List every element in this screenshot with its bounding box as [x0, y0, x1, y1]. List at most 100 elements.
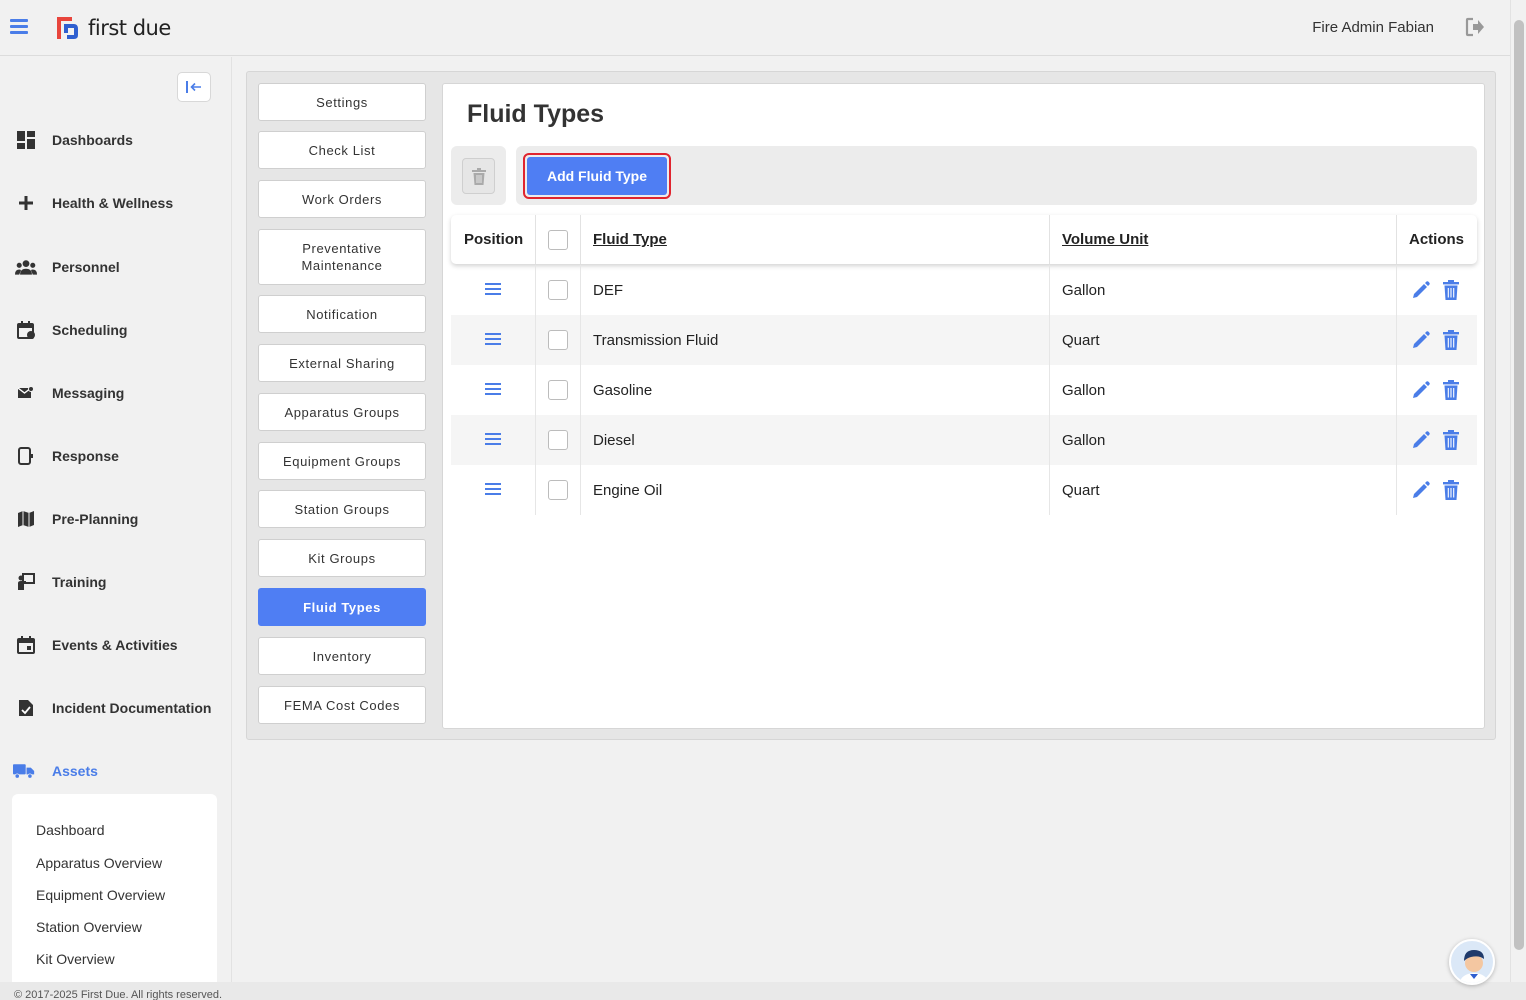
fluid-types-panel: Fluid Types Add Fluid Type Position Flui… — [442, 83, 1485, 729]
position-cell — [451, 365, 536, 415]
menu-work-orders[interactable]: Work Orders — [258, 180, 426, 218]
menu-notification[interactable]: Notification — [258, 295, 426, 333]
position-cell — [451, 265, 536, 315]
fluid-type-cell: Diesel — [581, 415, 1050, 465]
actions-cell — [1397, 415, 1477, 465]
volume-unit-cell: Gallon — [1050, 415, 1397, 465]
bulk-delete-button[interactable] — [462, 158, 495, 194]
table-row: DEF Gallon — [451, 265, 1477, 315]
page-scrollbar[interactable] — [1510, 0, 1526, 982]
edit-icon[interactable] — [1411, 380, 1431, 400]
edit-icon[interactable] — [1411, 280, 1431, 300]
menu-external-sharing[interactable]: External Sharing — [258, 344, 426, 382]
assets-subnav: Dashboard Apparatus Overview Equipment O… — [12, 794, 217, 994]
drag-handle-icon[interactable] — [485, 333, 501, 347]
actions-cell — [1397, 265, 1477, 315]
menu-inventory[interactable]: Inventory — [258, 637, 426, 675]
menu-kit-groups[interactable]: Kit Groups — [258, 539, 426, 577]
calendar-icon — [15, 319, 37, 341]
row-checkbox[interactable] — [548, 480, 568, 500]
delete-icon[interactable] — [1441, 380, 1461, 400]
edit-icon[interactable] — [1411, 480, 1431, 500]
truck-icon — [13, 760, 35, 782]
drag-handle-icon[interactable] — [485, 383, 501, 397]
menu-fema-cost-codes[interactable]: FEMA Cost Codes — [258, 686, 426, 724]
select-cell — [536, 315, 581, 365]
row-checkbox[interactable] — [548, 280, 568, 300]
collapse-left-icon — [186, 81, 201, 93]
nav-response[interactable]: Response — [0, 436, 230, 476]
nav-scheduling[interactable]: Scheduling — [0, 310, 230, 350]
volume-unit-cell: Gallon — [1050, 365, 1397, 415]
nav-dashboards[interactable]: Dashboards — [0, 120, 230, 160]
support-avatar[interactable] — [1449, 939, 1495, 985]
trash-icon — [471, 167, 486, 185]
nav-label: Scheduling — [52, 322, 128, 338]
collapse-sidebar-button[interactable] — [177, 72, 211, 102]
position-cell — [451, 465, 536, 515]
menu-settings[interactable]: Settings — [258, 83, 426, 121]
map-icon — [15, 508, 37, 530]
nav-assets[interactable]: Assets — [0, 751, 230, 791]
hamburger-menu-icon[interactable] — [10, 19, 28, 35]
nav-pre-planning[interactable]: Pre-Planning — [0, 499, 230, 539]
people-icon — [15, 256, 37, 278]
menu-preventative-maintenance[interactable]: Preventative Maintenance — [258, 229, 426, 285]
subnav-item-apparatus-overview[interactable]: Apparatus Overview — [36, 855, 162, 871]
select-all-checkbox[interactable] — [548, 229, 568, 250]
nav-health-wellness[interactable]: Health & Wellness — [0, 183, 230, 223]
actions-cell — [1397, 465, 1477, 515]
nav-label: Response — [52, 448, 119, 464]
delete-icon[interactable] — [1441, 430, 1461, 450]
nav-incident-documentation[interactable]: Incident Documentation — [0, 688, 230, 728]
nav-events-activities[interactable]: Events & Activities — [0, 625, 230, 665]
menu-station-groups[interactable]: Station Groups — [258, 490, 426, 528]
logout-icon[interactable] — [1464, 16, 1486, 38]
delete-icon[interactable] — [1441, 280, 1461, 300]
menu-apparatus-groups[interactable]: Apparatus Groups — [258, 393, 426, 431]
document-icon — [15, 697, 37, 719]
column-header-volume-unit[interactable]: Volume Unit — [1050, 215, 1397, 264]
row-checkbox[interactable] — [548, 330, 568, 350]
menu-fluid-types[interactable]: Fluid Types — [258, 588, 426, 626]
row-checkbox[interactable] — [548, 430, 568, 450]
menu-check-list[interactable]: Check List — [258, 131, 426, 169]
position-cell — [451, 415, 536, 465]
edit-icon[interactable] — [1411, 330, 1431, 350]
drag-handle-icon[interactable] — [485, 483, 501, 497]
user-name[interactable]: Fire Admin Fabian — [1312, 19, 1434, 36]
subnav-item-kit-overview[interactable]: Kit Overview — [36, 951, 115, 967]
table-row: Transmission Fluid Quart — [451, 315, 1477, 365]
table-row: Engine Oil Quart — [451, 465, 1477, 515]
subnav-item-equipment-overview[interactable]: Equipment Overview — [36, 887, 165, 903]
nav-label: Incident Documentation — [52, 700, 212, 716]
edit-icon[interactable] — [1411, 430, 1431, 450]
dashboard-icon — [15, 129, 37, 151]
bulk-delete-area — [451, 146, 506, 205]
nav-messaging[interactable]: Messaging — [0, 373, 230, 413]
nav-label: Events & Activities — [52, 637, 178, 653]
delete-icon[interactable] — [1441, 330, 1461, 350]
column-header-fluid-type[interactable]: Fluid Type — [581, 215, 1050, 264]
fluid-type-cell: Transmission Fluid — [581, 315, 1050, 365]
app-logo[interactable]: first due — [54, 15, 171, 41]
drag-handle-icon[interactable] — [485, 283, 501, 297]
delete-icon[interactable] — [1441, 480, 1461, 500]
nav-label: Dashboards — [52, 132, 133, 148]
add-fluid-type-button[interactable]: Add Fluid Type — [523, 153, 671, 199]
menu-equipment-groups[interactable]: Equipment Groups — [258, 442, 426, 480]
subnav-item-station-overview[interactable]: Station Overview — [36, 919, 142, 935]
column-header-select — [536, 215, 581, 264]
table-row: Gasoline Gallon — [451, 365, 1477, 415]
volume-unit-cell: Gallon — [1050, 265, 1397, 315]
training-icon — [15, 571, 37, 593]
drag-handle-icon[interactable] — [485, 433, 501, 447]
footer: © 2017-2025 First Due. All rights reserv… — [0, 982, 1526, 1000]
row-checkbox[interactable] — [548, 380, 568, 400]
scrollbar-thumb[interactable] — [1514, 20, 1524, 950]
subnav-item-dashboard[interactable]: Dashboard — [36, 822, 105, 838]
nav-training[interactable]: Training — [0, 562, 230, 602]
column-header-position: Position — [451, 215, 536, 264]
nav-label: Personnel — [52, 259, 120, 275]
nav-personnel[interactable]: Personnel — [0, 247, 230, 287]
